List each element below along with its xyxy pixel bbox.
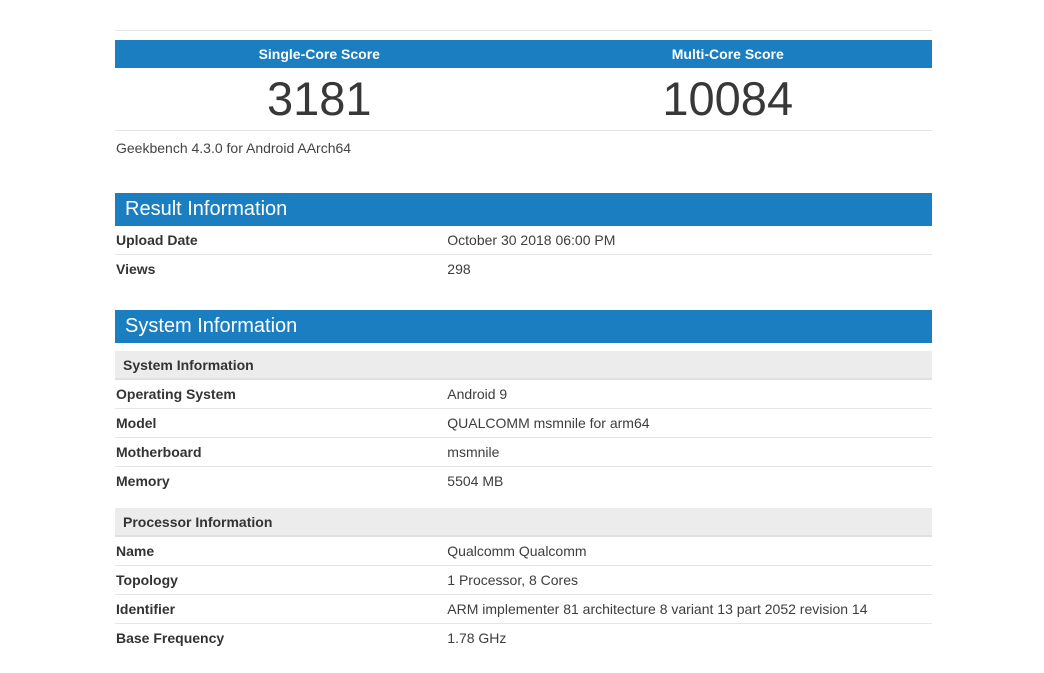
row-label: Views (116, 262, 447, 277)
single-core-score: 3181 (115, 75, 524, 122)
row-label: Motherboard (116, 445, 447, 460)
multi-core-score: 10084 (524, 75, 933, 122)
row-value: Android 9 (447, 387, 932, 402)
row-label: Identifier (116, 602, 447, 617)
top-divider (115, 30, 932, 40)
table-row-motherboard: Motherboard msmnile (115, 437, 932, 466)
row-label: Name (116, 544, 447, 559)
geekbench-result-page: Single-Core Score Multi-Core Score 3181 … (115, 30, 932, 652)
row-label: Upload Date (116, 233, 447, 248)
row-label: Topology (116, 573, 447, 588)
benchmark-version: Geekbench 4.3.0 for Android AArch64 (115, 131, 932, 166)
row-label: Memory (116, 474, 447, 489)
row-label: Model (116, 416, 447, 431)
row-value: 1.78 GHz (447, 631, 932, 646)
multi-core-header: Multi-Core Score (524, 46, 933, 62)
processor-information-subheader: Processor Information (115, 508, 932, 537)
row-label: Base Frequency (116, 631, 447, 646)
table-row-operating-system: Operating System Android 9 (115, 380, 932, 408)
table-row-model: Model QUALCOMM msmnile for arm64 (115, 408, 932, 437)
system-information-section: System Information System Information Op… (115, 310, 932, 652)
table-row-memory: Memory 5504 MB (115, 466, 932, 495)
system-information-rows: Operating System Android 9 Model QUALCOM… (115, 380, 932, 495)
score-values-row: 3181 10084 (115, 68, 932, 131)
row-value: QUALCOMM msmnile for arm64 (447, 416, 932, 431)
result-information-rows: Upload Date October 30 2018 06:00 PM Vie… (115, 226, 932, 283)
table-row-identifier: Identifier ARM implementer 81 architectu… (115, 594, 932, 623)
row-value: ARM implementer 81 architecture 8 varian… (447, 602, 932, 617)
table-row-base-frequency: Base Frequency 1.78 GHz (115, 623, 932, 652)
score-banner: Single-Core Score Multi-Core Score 3181 … (115, 40, 932, 166)
table-row-upload-date: Upload Date October 30 2018 06:00 PM (115, 226, 932, 254)
processor-information-rows: Name Qualcomm Qualcomm Topology 1 Proces… (115, 537, 932, 652)
row-value: October 30 2018 06:00 PM (447, 233, 932, 248)
result-information-section: Result Information Upload Date October 3… (115, 193, 932, 283)
system-information-header: System Information (115, 310, 932, 343)
table-row-topology: Topology 1 Processor, 8 Cores (115, 565, 932, 594)
single-core-header: Single-Core Score (115, 46, 524, 62)
table-row-name: Name Qualcomm Qualcomm (115, 537, 932, 565)
score-header-row: Single-Core Score Multi-Core Score (115, 40, 932, 68)
table-row-views: Views 298 (115, 254, 932, 283)
row-value: 1 Processor, 8 Cores (447, 573, 932, 588)
row-label: Operating System (116, 387, 447, 402)
result-information-header: Result Information (115, 193, 932, 226)
row-value: msmnile (447, 445, 932, 460)
row-value: 5504 MB (447, 474, 932, 489)
system-information-subheader: System Information (115, 351, 932, 380)
row-value: 298 (447, 262, 932, 277)
row-value: Qualcomm Qualcomm (447, 544, 932, 559)
